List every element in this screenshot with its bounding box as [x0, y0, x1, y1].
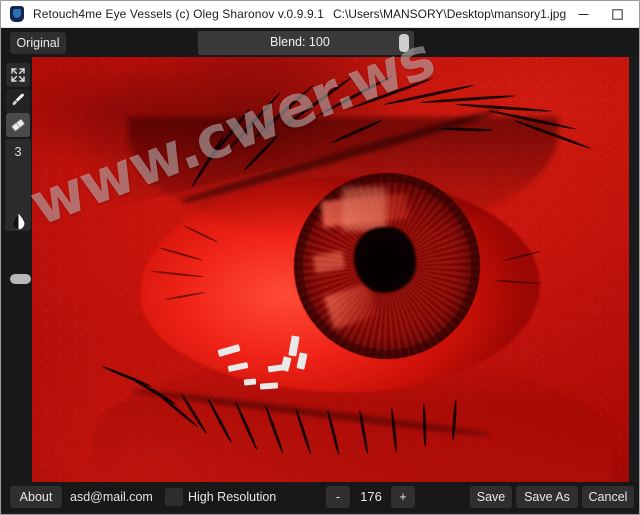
maximize-icon[interactable]: [600, 1, 634, 28]
about-button[interactable]: About: [10, 486, 62, 508]
retouch-mark: [259, 382, 279, 390]
eye-photograph: [32, 57, 629, 484]
cancel-button[interactable]: Cancel: [582, 486, 634, 508]
blend-slider[interactable]: Blend: 100: [198, 31, 414, 55]
minimize-icon[interactable]: [566, 1, 600, 28]
zoom-in-button[interactable]: +: [391, 486, 415, 508]
window-file-path: C:\Users\MANSORY\Desktop\mansory1.jpg: [332, 7, 567, 21]
tool-rail: 3: [2, 57, 32, 483]
retouch-mark: [243, 378, 257, 386]
original-button[interactable]: Original: [10, 32, 66, 54]
image-canvas[interactable]: [32, 57, 629, 484]
top-toolbar: Original Blend: 100: [2, 28, 639, 57]
save-as-button[interactable]: Save As: [516, 486, 578, 508]
brush-size-handle[interactable]: [10, 274, 31, 284]
window-controls: [566, 1, 639, 28]
contrast-droplet-icon[interactable]: [6, 209, 30, 233]
title-bar: Retouch4me Eye Vessels (c) Oleg Sharonov…: [1, 1, 639, 28]
brush-icon[interactable]: [6, 89, 30, 113]
blend-slider-label: Blend: 100: [270, 35, 330, 49]
high-resolution-label: High Resolution: [188, 490, 277, 504]
close-icon[interactable]: [634, 1, 639, 28]
blend-slider-handle[interactable]: [399, 34, 409, 52]
expand-fullscreen-icon[interactable]: [6, 63, 30, 87]
brush-size-value: 3: [14, 144, 22, 159]
zoom-level-value: 176: [360, 489, 382, 504]
high-resolution-checkbox[interactable]: [165, 488, 183, 506]
window-title: Retouch4me Eye Vessels (c) Oleg Sharonov…: [33, 7, 324, 21]
eraser-icon[interactable]: [6, 113, 30, 137]
account-email: asd@mail.com: [70, 490, 153, 504]
zoom-out-button[interactable]: -: [326, 486, 350, 508]
status-bar: About asd@mail.com High Resolution - 176…: [2, 482, 639, 513]
save-button[interactable]: Save: [470, 486, 512, 508]
app-shield-icon: [9, 6, 25, 22]
application-window: Retouch4me Eye Vessels (c) Oleg Sharonov…: [0, 0, 640, 515]
